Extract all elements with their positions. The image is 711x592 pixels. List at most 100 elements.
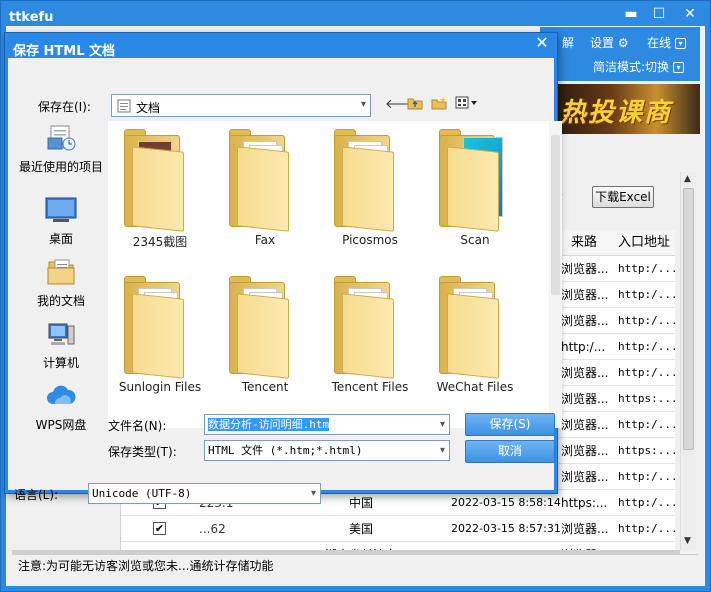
app-close-button[interactable]: ✕ xyxy=(677,4,703,24)
up-folder-icon[interactable] xyxy=(407,96,423,110)
file-pane-scrollbar[interactable] xyxy=(549,121,562,428)
source-cell: 浏览器... xyxy=(561,366,609,380)
save-in-value: 文档 xyxy=(136,101,161,115)
folder-icon xyxy=(439,276,511,379)
app-title: ttkefu xyxy=(9,10,54,25)
download-excel-button[interactable]: 下载Excel xyxy=(592,186,654,208)
source-cell: 浏览器... xyxy=(561,470,609,484)
online-status-button[interactable]: 在线 ▾ xyxy=(647,34,687,51)
cloud-icon xyxy=(47,385,76,404)
top-toolbar: 解 设置 ⚙ 在线 ▾ 简洁模式:切换 ▾ xyxy=(540,27,700,81)
maximize-button[interactable]: ☐ xyxy=(646,4,672,24)
table-scrollbar[interactable]: ▲ ▼ xyxy=(680,172,696,550)
source-cell: 浏览器... xyxy=(561,542,617,550)
documents-icon xyxy=(47,259,75,285)
dialog-title: 保存 HTML 文档 xyxy=(13,44,116,59)
entry-cell[interactable]: https:... xyxy=(618,438,675,464)
source-cell: 浏览器... xyxy=(561,314,609,328)
folder-item[interactable]: FScan xyxy=(423,127,527,257)
filename-label: 文件名(N): xyxy=(108,419,167,433)
folder-item[interactable]: Fax xyxy=(213,127,317,257)
folder-item[interactable]: 2345截图 xyxy=(108,127,212,257)
folder-item[interactable]: Picosmos xyxy=(318,127,422,257)
status-bar: 注意:为可能无访客浏览或您未...通统计存储功能 xyxy=(12,554,698,578)
folder-icon xyxy=(124,129,196,232)
cancel-button[interactable]: 取消 xyxy=(465,440,555,463)
language-label: 语言(L): xyxy=(14,488,59,502)
folder-item[interactable]: Tencent Files xyxy=(318,274,422,404)
place-documents[interactable]: 我的文档 xyxy=(18,258,104,309)
row-checkbox[interactable]: ✔ xyxy=(153,522,166,535)
entry-cell[interactable]: http:/... xyxy=(618,308,675,334)
simple-mode-label: 简洁模式:切换 xyxy=(593,60,670,74)
toolbar-partial-label: 解 xyxy=(562,36,575,50)
table-row[interactable]: ✔ ...62 美国 2022-03-15 8:57:31 浏览器... http:/..… xyxy=(121,516,675,542)
save-button[interactable]: 保存(S) xyxy=(465,413,555,436)
entry-cell[interactable]: http:/... xyxy=(618,490,675,516)
place-recent[interactable]: 最近使用的项目 xyxy=(18,124,104,175)
entry-cell[interactable]: http:/... xyxy=(618,542,675,550)
folder-name: Scan xyxy=(460,233,490,247)
folder-icon xyxy=(334,129,406,232)
entry-cell[interactable]: http:/... xyxy=(618,464,675,490)
place-desktop[interactable]: 桌面 xyxy=(18,196,104,247)
source-cell: 浏览器... xyxy=(561,444,609,458)
source-cell: 浏览器... xyxy=(561,522,609,536)
folder-name: 2345截图 xyxy=(132,235,188,249)
dialog-body: 保存在(I): 文档 ▾ 🡐 最近使用的项目 桌面 我的文档 计算机 WPS网盘… xyxy=(8,58,562,504)
entry-cell[interactable]: http:/... xyxy=(618,256,675,282)
chevron-down-icon: ▾ xyxy=(439,445,445,456)
ad-banner[interactable]: 热投课商 xyxy=(554,84,700,134)
file-list-pane: 2345截图 Fax Picosmos FScan Sunlogin Files Tenc… xyxy=(108,121,562,428)
save-in-select[interactable]: 文档 ▾ xyxy=(111,94,371,117)
ip-cell: ...62 xyxy=(199,522,226,536)
filetype-select[interactable]: HTML 文件 (*.htm;*.html) ▾ xyxy=(204,440,450,461)
view-menu-icon[interactable] xyxy=(455,96,479,110)
column-header-source[interactable]: 来路 xyxy=(556,230,612,256)
column-header-entry[interactable]: 入口地址 xyxy=(612,230,675,256)
language-select[interactable]: Unicode (UTF-8) ▾ xyxy=(88,483,321,504)
table-row[interactable]: 湖南省长沙市 浏览器...http:/... xyxy=(121,542,675,550)
chevron-down-icon: ▾ xyxy=(673,62,685,73)
place-wps-cloud[interactable]: WPS网盘 xyxy=(18,382,104,433)
folder-name: Sunlogin Files xyxy=(118,380,202,394)
entry-cell[interactable]: http:/... xyxy=(618,516,675,542)
filename-input[interactable]: 数据分析-访问明细.htm ▾ xyxy=(204,414,450,435)
place-label: 最近使用的项目 xyxy=(18,160,103,174)
folder-name: Fax xyxy=(254,233,276,247)
scroll-thumb[interactable] xyxy=(551,135,560,295)
folder-item[interactable]: Tencent xyxy=(213,274,317,404)
dialog-close-button[interactable]: ✕ xyxy=(529,33,555,53)
country-cell: 湖南省长沙市 xyxy=(311,542,411,550)
new-folder-icon[interactable] xyxy=(431,96,447,110)
entry-cell[interactable]: https:... xyxy=(618,386,675,412)
place-computer[interactable]: 计算机 xyxy=(18,320,104,371)
desktop-icon xyxy=(45,197,77,222)
chevron-down-icon: ▾ xyxy=(310,488,316,499)
place-label: WPS网盘 xyxy=(35,418,87,432)
chevron-down-icon[interactable]: ▾ xyxy=(440,415,445,434)
banner-text: 热投课商 xyxy=(560,98,673,128)
online-label: 在线 xyxy=(647,36,672,50)
folder-name: Tencent Files xyxy=(331,380,409,394)
chevron-down-icon: ▾ xyxy=(360,99,366,110)
place-label: 我的文档 xyxy=(36,294,85,308)
chevron-down-icon: ▾ xyxy=(675,38,687,49)
scroll-up-icon[interactable]: ▲ xyxy=(684,174,691,184)
simple-mode-toggle[interactable]: 简洁模式:切换 ▾ xyxy=(593,58,685,75)
entry-cell[interactable]: http:/... xyxy=(618,334,675,360)
folder-item[interactable]: Sunlogin Files xyxy=(108,274,212,404)
scroll-down-icon[interactable]: ▼ xyxy=(684,536,691,546)
country-cell: 美国 xyxy=(348,522,373,536)
source-cell: 浏览器... xyxy=(561,418,609,432)
folder-icon xyxy=(124,276,196,379)
settings-button[interactable]: 设置 ⚙ xyxy=(590,34,629,51)
minimize-button[interactable]: ▬ xyxy=(618,4,644,24)
place-label: 桌面 xyxy=(48,232,73,246)
entry-cell[interactable]: http:/... xyxy=(618,412,675,438)
entry-cell[interactable]: http:/... xyxy=(618,282,675,308)
scroll-thumb[interactable] xyxy=(683,188,694,450)
folder-item[interactable]: WeChat Files xyxy=(423,274,527,404)
entry-cell[interactable]: http:/... xyxy=(618,360,675,386)
folder-name: Picosmos xyxy=(342,233,398,247)
